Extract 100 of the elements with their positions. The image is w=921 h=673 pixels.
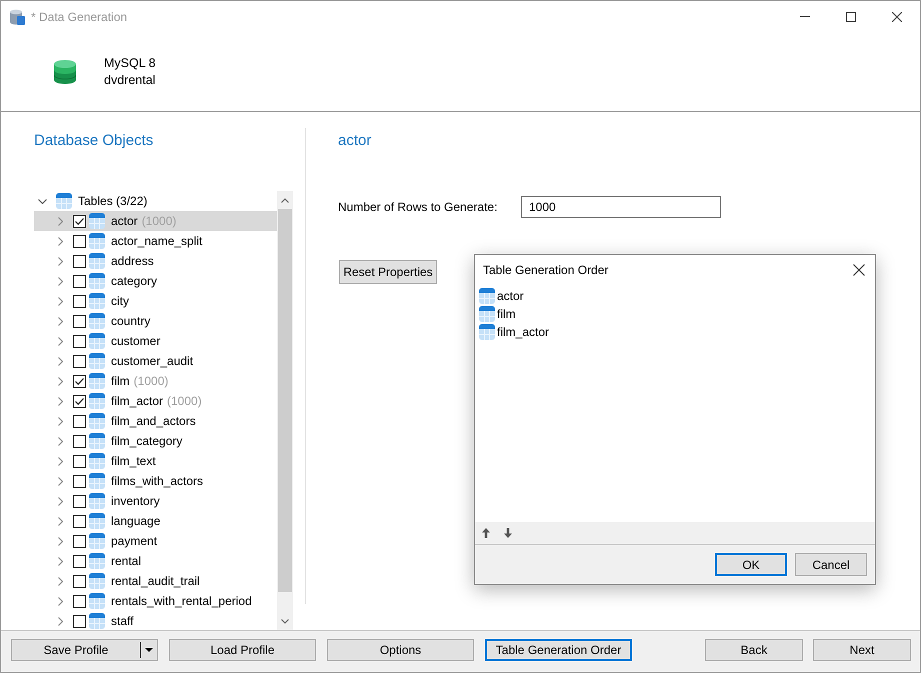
table-name: rental — [111, 554, 142, 568]
chevron-right-icon[interactable] — [58, 436, 62, 446]
scrollbar-thumb[interactable] — [278, 209, 292, 592]
table-name: inventory — [111, 494, 160, 508]
cancel-button[interactable]: Cancel — [795, 553, 867, 576]
list-item[interactable]: film — [497, 307, 516, 321]
tree-item[interactable]: payment — [34, 531, 277, 551]
save-profile-button[interactable]: Save Profile — [11, 639, 158, 661]
tree-item[interactable]: staff — [34, 611, 277, 630]
tree-item[interactable]: film_category — [34, 431, 277, 451]
checkbox[interactable] — [73, 454, 86, 468]
reset-properties-button[interactable]: Reset Properties — [339, 260, 437, 284]
checkbox[interactable] — [73, 314, 86, 328]
back-button[interactable]: Back — [705, 639, 803, 661]
table-icon — [89, 213, 105, 229]
table-name: city — [111, 294, 129, 308]
checkbox[interactable] — [73, 614, 86, 628]
checkbox[interactable] — [73, 214, 86, 228]
tree-item[interactable]: rentals_with_rental_period — [34, 591, 277, 611]
table-icon — [89, 253, 105, 269]
checkbox[interactable] — [73, 514, 86, 528]
ok-button[interactable]: OK — [715, 553, 787, 576]
checkbox[interactable] — [73, 594, 86, 608]
chevron-right-icon[interactable] — [58, 476, 62, 486]
checkbox[interactable] — [73, 294, 86, 308]
chevron-right-icon[interactable] — [58, 316, 62, 326]
rows-input-field[interactable]: 1000 — [521, 196, 721, 218]
table-name: rental_audit_trail — [111, 574, 200, 588]
tree-item[interactable]: inventory — [34, 491, 277, 511]
tree-item[interactable]: address — [34, 251, 277, 271]
chevron-right-icon[interactable] — [58, 536, 62, 546]
chevron-right-icon[interactable] — [58, 456, 62, 466]
tree-item[interactable]: actor (1000) — [34, 211, 277, 231]
close-icon[interactable] — [892, 12, 902, 22]
chevron-right-icon[interactable] — [58, 336, 62, 346]
table-icon — [89, 273, 105, 289]
checkbox[interactable] — [73, 354, 86, 368]
tree-item[interactable]: rental — [34, 551, 277, 571]
database-name: dvdrental — [104, 72, 156, 88]
table-name: country — [111, 314, 150, 328]
chevron-right-icon[interactable] — [58, 496, 62, 506]
checkbox[interactable] — [73, 374, 86, 388]
arrow-up-icon[interactable] — [482, 528, 490, 538]
chevron-down-icon[interactable] — [281, 618, 289, 624]
checkbox[interactable] — [73, 254, 86, 268]
chevron-right-icon[interactable] — [58, 276, 62, 286]
tree-item[interactable]: city — [34, 291, 277, 311]
checkbox[interactable] — [73, 394, 86, 408]
chevron-right-icon[interactable] — [58, 416, 62, 426]
chevron-right-icon[interactable] — [58, 256, 62, 266]
tree-item[interactable]: language — [34, 511, 277, 531]
tree-item[interactable]: actor_name_split — [34, 231, 277, 251]
checkbox[interactable] — [73, 274, 86, 288]
chevron-down-icon[interactable] — [38, 198, 46, 204]
chevron-right-icon[interactable] — [58, 616, 62, 626]
tree-item[interactable]: films_with_actors — [34, 471, 277, 491]
tree-item[interactable]: country — [34, 311, 277, 331]
checkbox[interactable] — [73, 574, 86, 588]
chevron-right-icon[interactable] — [58, 556, 62, 566]
arrow-down-icon[interactable] — [504, 528, 512, 538]
load-profile-button[interactable]: Load Profile — [169, 639, 316, 661]
maximize-icon[interactable] — [846, 12, 856, 22]
tree-item[interactable]: film_and_actors — [34, 411, 277, 431]
chevron-right-icon[interactable] — [58, 596, 62, 606]
close-icon[interactable] — [853, 264, 865, 276]
checkbox[interactable] — [73, 474, 86, 488]
list-item[interactable]: actor — [497, 289, 524, 303]
scrollbar-track[interactable] — [277, 191, 293, 630]
list-item[interactable]: film_actor — [497, 325, 550, 339]
chevron-right-icon[interactable] — [58, 296, 62, 306]
tree-item[interactable]: film (1000) — [34, 371, 277, 391]
tree-item[interactable]: category — [34, 271, 277, 291]
tree-group-label[interactable]: Tables (3/22) — [78, 194, 148, 208]
chevron-right-icon[interactable] — [58, 516, 62, 526]
table-name: film_category — [111, 434, 182, 448]
checkbox[interactable] — [73, 494, 86, 508]
checkbox[interactable] — [73, 534, 86, 548]
checkbox[interactable] — [73, 414, 86, 428]
checkbox[interactable] — [73, 234, 86, 248]
table-icon — [89, 573, 105, 589]
checkbox[interactable] — [73, 554, 86, 568]
tree-item[interactable]: film_actor (1000) — [34, 391, 277, 411]
checkbox[interactable] — [73, 434, 86, 448]
table-icon — [89, 513, 105, 529]
chevron-up-icon[interactable] — [281, 198, 289, 202]
table-generation-order-button[interactable]: Table Generation Order — [485, 639, 632, 661]
tree-item[interactable]: customer — [34, 331, 277, 351]
caret-down-icon[interactable] — [145, 648, 153, 652]
chevron-right-icon[interactable] — [58, 236, 62, 246]
chevron-right-icon[interactable] — [58, 576, 62, 586]
tree-item[interactable]: customer_audit — [34, 351, 277, 371]
options-button[interactable]: Options — [327, 639, 474, 661]
tree-item[interactable]: film_text — [34, 451, 277, 471]
chevron-right-icon[interactable] — [58, 376, 62, 386]
chevron-right-icon[interactable] — [58, 356, 62, 366]
table-name: category — [111, 274, 158, 288]
checkbox[interactable] — [73, 334, 86, 348]
chevron-right-icon[interactable] — [58, 396, 62, 406]
tree-item[interactable]: rental_audit_trail — [34, 571, 277, 591]
next-button[interactable]: Next — [813, 639, 911, 661]
